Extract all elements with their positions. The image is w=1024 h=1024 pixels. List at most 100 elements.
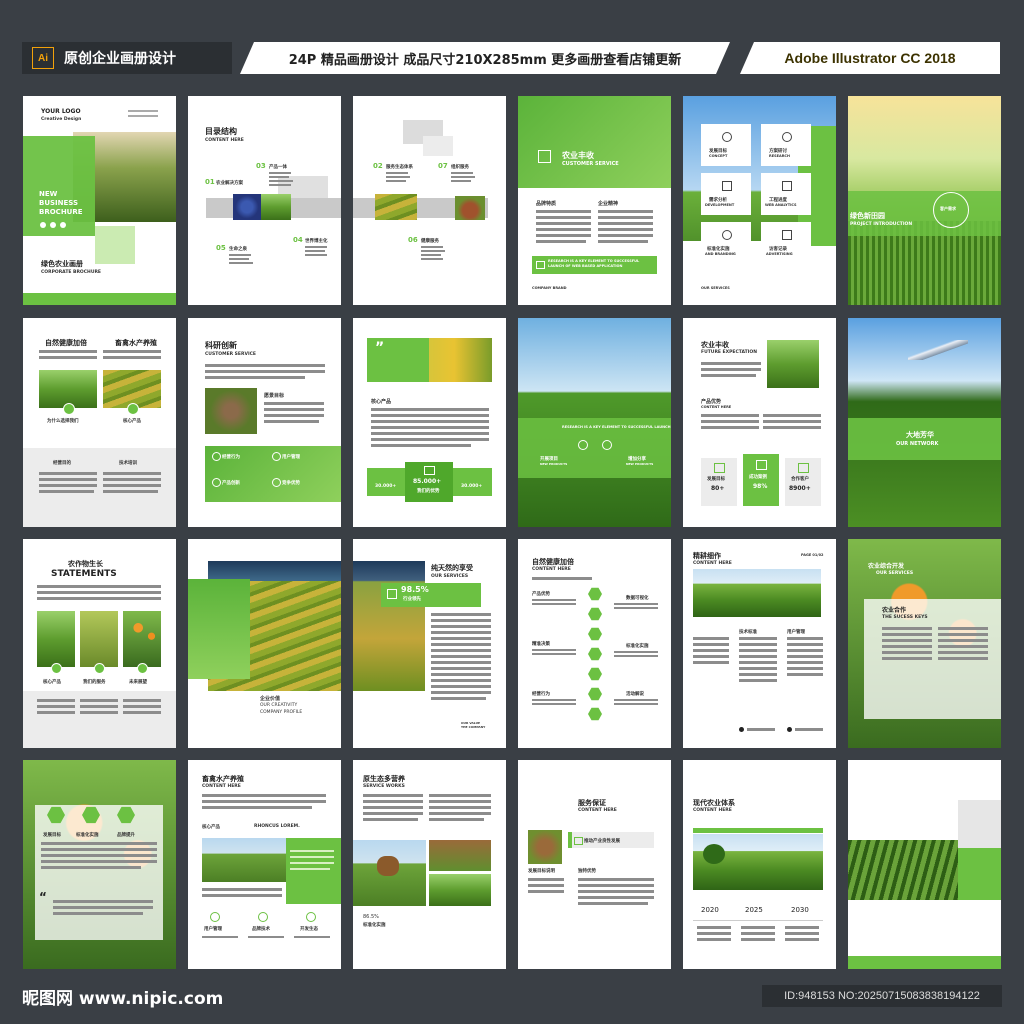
stat-label: 成功案例	[749, 475, 767, 480]
image-id: ID:948153 NO:20250715083838194122	[762, 985, 1002, 1007]
service-card[interactable]	[761, 173, 811, 215]
page-subtitle: CONTENT HERE	[693, 808, 732, 813]
page-subtitle: CONTENT HERE	[202, 784, 241, 789]
check-icon	[127, 403, 139, 415]
page-research[interactable]: 科研创新 CUSTOMER SERVICE 愿景目标 经营行为 用户管理 产品创…	[188, 318, 341, 527]
page-title: 服务保证	[578, 799, 606, 807]
page-natural[interactable]: 纯天然的享受 OUR SERVICES 98.5% 行业领先 OUR VALUE…	[353, 539, 506, 748]
page-modern-system[interactable]: 现代农业体系 CONTENT HERE 2020 2025 2030	[683, 760, 836, 969]
text-line	[421, 258, 443, 260]
text-line	[363, 818, 418, 821]
page-network[interactable]: 大地芳华 OUR NETWORK	[848, 318, 1001, 527]
item-label: 活动解说	[626, 692, 644, 697]
page-health[interactable]: 自然健康加倍 畜禽水产养殖 为什么选择我们 核心产品 经营目的 技术培训	[23, 318, 176, 527]
page-ecology[interactable]: 原生态多营养 SERVICE WORKS 86.5% 标准化实施	[353, 760, 506, 969]
section-label: 独特优势	[578, 869, 596, 874]
stat-en: NEW PRODUCTS	[626, 462, 654, 466]
page-services[interactable]: 发展目标 CONCEPT 方案研讨 RESEARCH 需求分析 DEVELOPM…	[683, 96, 836, 305]
text-line	[787, 643, 823, 646]
page-harvest[interactable]: 农业丰收 CUSTOMER SERVICE 品牌特质 企业精神 RESEARCH…	[518, 96, 671, 305]
hex-icon	[588, 587, 602, 601]
text-line	[532, 599, 576, 601]
text-line	[429, 794, 491, 797]
page-livestock[interactable]: 畜禽水产养殖 CONTENT HERE 核心产品 RHONCUS LOREM. …	[188, 760, 341, 969]
page-title: 现代农业体系	[693, 799, 735, 807]
arrow-icon	[739, 727, 744, 732]
page-statements[interactable]: 农作物生长 STATEMENTS 核心产品 我们的服务 未来展望	[23, 539, 176, 748]
text-line	[787, 661, 823, 664]
text-line	[739, 673, 777, 676]
text-line	[532, 603, 576, 605]
page-contents-2[interactable]: 02 服务生态体系 07 组织服务 06 健康服务	[353, 96, 506, 305]
text-line	[431, 655, 491, 658]
section-label: 世界博主化	[305, 239, 328, 244]
text-line	[739, 655, 777, 658]
text-line	[290, 868, 330, 870]
book-icon	[722, 181, 732, 191]
service-card[interactable]	[701, 222, 751, 264]
page-back-cover[interactable]	[848, 760, 1001, 969]
quote-icon: “	[39, 890, 47, 904]
timeline-year: 2020	[701, 906, 719, 914]
stat-value: 8900+	[789, 485, 811, 492]
page-subtitle: THE SUCESS KEYS	[882, 615, 928, 620]
page-farming[interactable]: 精耕细作 CONTENT HERE PAGE 01/02 技术标准 用户管理	[683, 539, 836, 748]
section-label: 愿景目标	[264, 393, 285, 399]
page-cooperation[interactable]: 农业综合开发 OUR SERVICES 农业合作 THE SUCESS KEYS	[848, 539, 1001, 748]
text-line	[53, 912, 143, 915]
hex-icon	[588, 627, 602, 641]
text-line	[39, 490, 94, 493]
back-bottom-bar	[848, 956, 1001, 969]
page-health-2[interactable]: 自然健康加倍 CONTENT HERE 产品优势 精准决策 经营行为 数据可视化…	[518, 539, 671, 748]
text-line	[938, 645, 988, 648]
tree-shape	[703, 844, 725, 864]
text-line	[431, 637, 491, 640]
cover-info-line	[128, 115, 158, 117]
section-number: 07	[438, 162, 448, 170]
text-line	[598, 234, 653, 237]
page-core-products[interactable]: ” 核心产品 30.000+ 85.000+ 我们的优势 30.000+	[353, 318, 506, 527]
page-goals[interactable]: 发展目标 标准化实施 品牌提升 “	[23, 760, 176, 969]
page-value[interactable]: 企业价值 OUR CREATIVITY COMPANY PROFILE	[188, 539, 341, 748]
text-line	[693, 661, 729, 664]
section-label: 用户管理	[787, 630, 805, 635]
section-heading: 畜禽水产养殖	[115, 339, 157, 347]
service-en: ADVERTISING	[766, 252, 793, 256]
text-line	[53, 900, 153, 903]
item-label: 数据可视化	[626, 596, 649, 601]
section-label-en: RHONCUS LOREM.	[254, 824, 300, 829]
vegetable-photo	[37, 611, 75, 667]
hex-icon	[588, 607, 602, 621]
page-subtitle: OUR SERVICES	[431, 574, 469, 579]
page-landscape[interactable]: RESEARCH IS A KEY ELEMENT TO SUCCESSFUL …	[518, 318, 671, 527]
section-number: 04	[293, 236, 303, 244]
service-card[interactable]	[761, 124, 811, 166]
text-line	[123, 705, 161, 708]
service-card[interactable]	[761, 222, 811, 264]
page-title: 农业合作	[882, 607, 907, 614]
service-card[interactable]	[701, 173, 751, 215]
page-future[interactable]: 农业丰收 FUTURE EXPECTATION 产品优势 CONTENT HER…	[683, 318, 836, 527]
chat-icon	[574, 837, 583, 845]
site-logo[interactable]: 昵图网 www.nipic.com	[22, 984, 223, 1009]
page-service-guarantee[interactable]: 服务保证 CONTENT HERE 推动产业良性发展 发展目标说明 独特优势	[518, 760, 671, 969]
text-line	[614, 651, 658, 653]
page-project[interactable]: 绿色新田园 PROJECT INTRODUCTION 客户需求	[848, 96, 1001, 305]
page-cover[interactable]: YOUR LOGO Creative Design NEW BUSINESS B…	[23, 96, 176, 305]
page-contents[interactable]: 目录结构 CONTENT HERE 01 农业解决方案 03 产品一体 05 生…	[188, 96, 341, 305]
clock-icon	[210, 912, 220, 922]
page-title: 目录结构	[205, 127, 237, 136]
text-line	[787, 667, 823, 670]
text-line	[53, 906, 153, 909]
service-card[interactable]	[701, 124, 751, 166]
page-title: 纯天然的享受	[431, 564, 473, 572]
text-line	[205, 364, 325, 367]
check-icon	[94, 663, 105, 674]
text-line	[429, 812, 491, 815]
farm-workers-photo	[202, 838, 286, 882]
cattle-photo	[429, 840, 491, 871]
text-line	[701, 374, 756, 377]
chat-icon	[536, 261, 545, 269]
caption: 核心产品	[123, 419, 141, 424]
hex-icon	[588, 647, 602, 661]
